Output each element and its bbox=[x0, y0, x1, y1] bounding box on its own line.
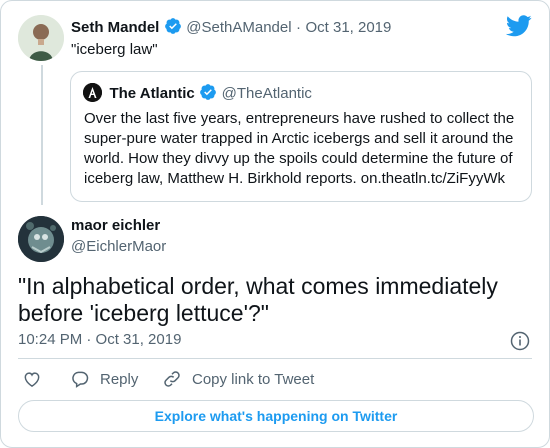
reply-timestamp[interactable]: 10:24 PM · Oct 31, 2019 bbox=[18, 331, 181, 348]
heart-icon bbox=[24, 372, 40, 387]
reply-author-name[interactable]: maor eichler bbox=[71, 217, 160, 234]
info-icon[interactable] bbox=[510, 331, 530, 351]
tweet-text: "iceberg law" bbox=[71, 41, 158, 58]
reply-button[interactable]: Reply bbox=[70, 369, 138, 389]
quoted-author-handle[interactable]: @TheAtlantic bbox=[222, 85, 312, 102]
reply-author-handle[interactable]: @EichlerMaor bbox=[71, 238, 166, 255]
date-separator: · bbox=[296, 19, 302, 36]
quoted-tweet-text: Over the last five years, entrepreneurs … bbox=[84, 110, 515, 187]
copy-link-label: Copy link to Tweet bbox=[192, 370, 315, 388]
reply-label: Reply bbox=[100, 370, 139, 388]
reply-handle-row: @EichlerMaor bbox=[71, 238, 166, 256]
reply-text: "In alphabetical order, what comes immed… bbox=[18, 273, 498, 326]
quoted-tweet-header: The Atlantic @TheAtlantic bbox=[83, 83, 312, 103]
tweet-date[interactable]: Oct 31, 2019 bbox=[305, 19, 391, 36]
atlantic-logo-icon bbox=[83, 83, 102, 102]
link-icon bbox=[164, 371, 180, 387]
avatar[interactable] bbox=[18, 15, 64, 61]
like-button[interactable] bbox=[22, 369, 52, 389]
explore-twitter-button[interactable]: Explore what's happening on Twitter bbox=[18, 400, 534, 432]
tweet-header: Seth Mandel @SethAMandel · Oct 31, 2019 bbox=[71, 17, 391, 37]
reply-icon bbox=[72, 371, 89, 388]
quoted-author-name[interactable]: The Atlantic bbox=[109, 85, 194, 102]
thread-connector-line bbox=[41, 65, 43, 205]
twitter-logo-icon[interactable] bbox=[506, 15, 532, 37]
copy-link-button[interactable]: Copy link to Tweet bbox=[162, 369, 314, 389]
divider bbox=[18, 358, 532, 359]
avatar[interactable] bbox=[18, 216, 64, 262]
reply-header: maor eichler bbox=[71, 217, 160, 235]
embedded-tweet-card: Seth Mandel @SethAMandel · Oct 31, 2019 … bbox=[0, 0, 550, 448]
quoted-tweet[interactable]: The Atlantic @TheAtlantic Over the last … bbox=[70, 71, 532, 202]
verified-badge-icon bbox=[200, 84, 217, 100]
author-handle[interactable]: @SethAMandel bbox=[186, 19, 291, 36]
author-name[interactable]: Seth Mandel bbox=[71, 19, 159, 36]
verified-badge-icon bbox=[164, 18, 181, 34]
